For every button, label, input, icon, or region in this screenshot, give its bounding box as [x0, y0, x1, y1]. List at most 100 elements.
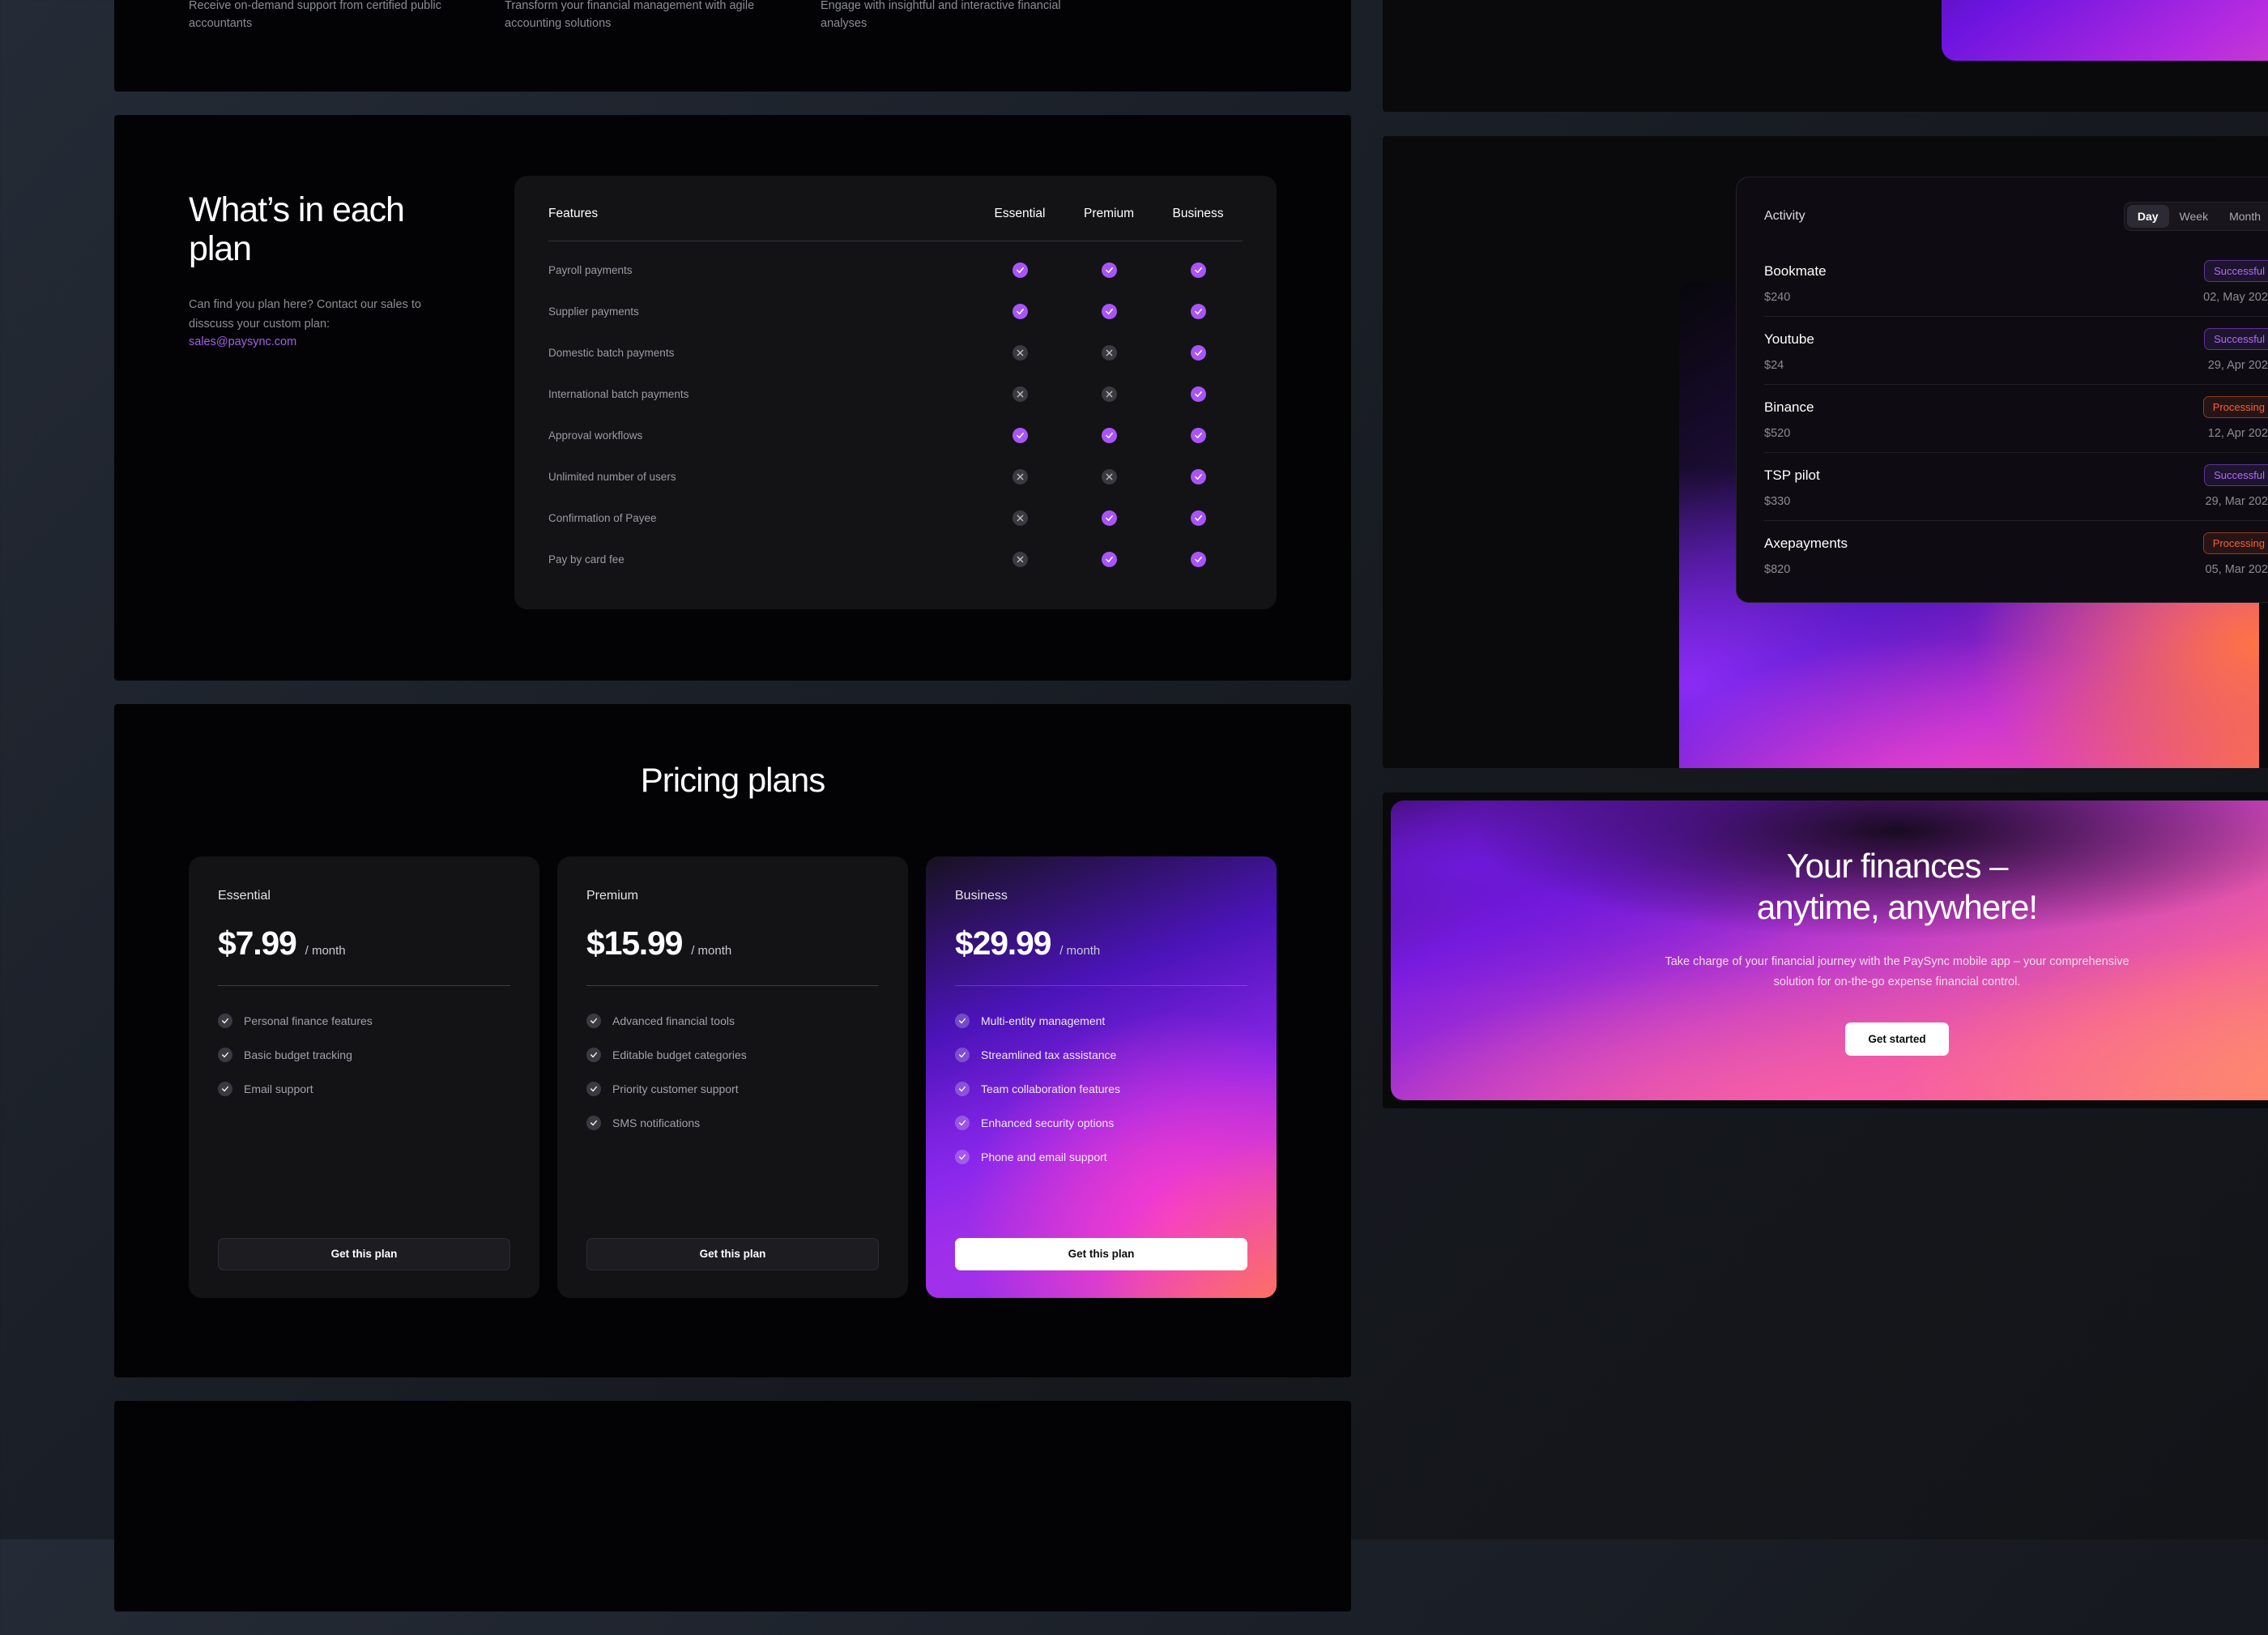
pricing-card-essential: Essential $7.99 / month Personal finance… — [189, 856, 539, 1298]
activity-name: Binance — [1764, 399, 1814, 415]
plan-feature: Streamlined tax assistance — [955, 1047, 1247, 1062]
table-cell — [975, 468, 1064, 485]
table-cell — [1064, 468, 1153, 485]
activity-title: Activity — [1764, 209, 1805, 223]
activity-row: Bookmate Successful $240 02, May 2023 — [1764, 249, 2268, 317]
table-cell — [1153, 510, 1243, 526]
check-icon — [1101, 551, 1117, 567]
table-row: International batch payments — [548, 374, 1243, 415]
activity-row: Binance Processing $520 12, Apr 2023 — [1764, 385, 2268, 453]
close-icon — [1012, 344, 1028, 361]
activity-date: 12, Apr 2023 — [2207, 427, 2268, 440]
check-icon — [586, 1115, 601, 1130]
plan-feature: Multi-entity management — [955, 1013, 1247, 1028]
check-icon — [1190, 386, 1206, 402]
activity-amount: $24 — [1764, 359, 1784, 372]
feature-label: Payroll payments — [548, 263, 633, 276]
plan-period: / month — [691, 943, 732, 958]
check-icon — [1190, 303, 1206, 319]
table-cell — [1153, 262, 1243, 278]
close-icon — [1012, 468, 1028, 485]
check-icon — [955, 1047, 970, 1062]
table-cell — [1064, 344, 1153, 361]
table-cell — [1064, 303, 1153, 319]
check-icon — [955, 1115, 970, 1130]
plan-amount: $7.99 — [218, 924, 297, 962]
check-icon — [218, 1081, 232, 1096]
feature-label: Pay by card fee — [548, 553, 625, 566]
check-icon — [1190, 344, 1206, 361]
check-icon — [1012, 303, 1028, 319]
compare-intro: What’s in each plan Can find you plan he… — [189, 176, 456, 609]
check-icon — [1101, 303, 1117, 319]
plan-feature-label: Enhanced security options — [981, 1116, 1115, 1129]
activity-date: 29, Apr 2023 — [2207, 359, 2268, 372]
activity-panel: Activity Day Week Month Bookmate Success… — [1383, 136, 2268, 768]
activity-amount: $330 — [1764, 495, 1791, 508]
plan-feature: Email support — [218, 1081, 510, 1096]
get-this-plan-button[interactable]: Get this plan — [955, 1237, 1247, 1270]
sales-email-link[interactable]: sales@paysync.com — [189, 335, 296, 348]
range-option-month[interactable]: Month — [2219, 205, 2268, 228]
table-cell — [975, 303, 1064, 319]
plan-name: Premium — [586, 888, 639, 903]
table-cell — [1153, 427, 1243, 443]
table-row: Confirmation of Payee — [548, 497, 1243, 539]
feature-label: Unlimited number of users — [548, 470, 676, 483]
feature-label: International batch payments — [548, 387, 689, 400]
get-this-plan-button[interactable]: Get this plan — [218, 1237, 510, 1270]
plan-period: / month — [305, 943, 346, 958]
check-icon — [1190, 510, 1206, 526]
activity-amount: $820 — [1764, 563, 1791, 576]
check-icon — [1190, 468, 1206, 485]
check-icon — [218, 1047, 232, 1062]
range-option-week[interactable]: Week — [2169, 205, 2219, 228]
plan-feature-label: SMS notifications — [612, 1116, 701, 1129]
check-icon — [1190, 427, 1206, 443]
range-segmented-control[interactable]: Day Week Month — [2123, 202, 2268, 231]
close-icon — [1101, 468, 1117, 485]
plan-feature-label: Team collaboration features — [981, 1082, 1120, 1095]
plan-feature: SMS notifications — [586, 1115, 879, 1130]
check-icon — [1012, 262, 1028, 278]
plan-price: $29.99 / month — [955, 924, 1247, 963]
activity-gradient-backdrop: Activity Day Week Month Bookmate Success… — [1679, 177, 2268, 768]
check-icon — [1101, 427, 1117, 443]
get-this-plan-button[interactable]: Get this plan — [586, 1237, 879, 1270]
check-icon — [1190, 551, 1206, 567]
plan-feature-label: Streamlined tax assistance — [981, 1048, 1117, 1061]
table-cell — [975, 510, 1064, 526]
close-icon — [1101, 344, 1117, 361]
table-cell — [1153, 386, 1243, 402]
feature-label: Approval workflows — [548, 429, 643, 442]
column-header-business: Business — [1172, 206, 1224, 220]
plan-feature: Priority customer support — [586, 1081, 879, 1096]
table-cell — [975, 551, 1064, 567]
activity-amount: $520 — [1764, 427, 1791, 440]
check-icon — [586, 1047, 601, 1062]
table-cell — [1064, 427, 1153, 443]
plan-feature-label: Priority customer support — [612, 1082, 739, 1095]
right-column: Add numerous bank cards Bank diversity i… — [1383, 0, 2268, 1133]
table-header-row: Features Essential Premium Business — [548, 207, 1243, 241]
column-header-premium: Premium — [1083, 206, 1134, 220]
table-row: Domestic batch payments — [548, 332, 1243, 374]
plan-period: / month — [1059, 943, 1101, 958]
check-icon — [955, 1149, 970, 1164]
table-row: Pay by card fee — [548, 539, 1243, 580]
table-cell — [1153, 468, 1243, 485]
left-column: CPA Assistance Receive on-demand support… — [114, 0, 1351, 1635]
status-badge: Processing — [2202, 396, 2268, 418]
plan-divider — [955, 984, 1247, 986]
plan-feature-label: Multi-entity management — [981, 1014, 1106, 1027]
plan-feature: Basic budget tracking — [218, 1047, 510, 1062]
page-title: What’s in each plan — [189, 190, 405, 269]
plan-price: $7.99 / month — [218, 924, 510, 963]
feature-label: Supplier payments — [548, 305, 639, 318]
get-started-button[interactable]: Get started — [1845, 1022, 1949, 1057]
feature-column-2: Live reports Engage with insightful and … — [821, 0, 1136, 33]
check-icon — [1101, 510, 1117, 526]
range-option-day[interactable]: Day — [2126, 205, 2169, 228]
activity-name: Axepayments — [1764, 535, 1848, 551]
feature-label: Domestic batch payments — [548, 346, 675, 359]
